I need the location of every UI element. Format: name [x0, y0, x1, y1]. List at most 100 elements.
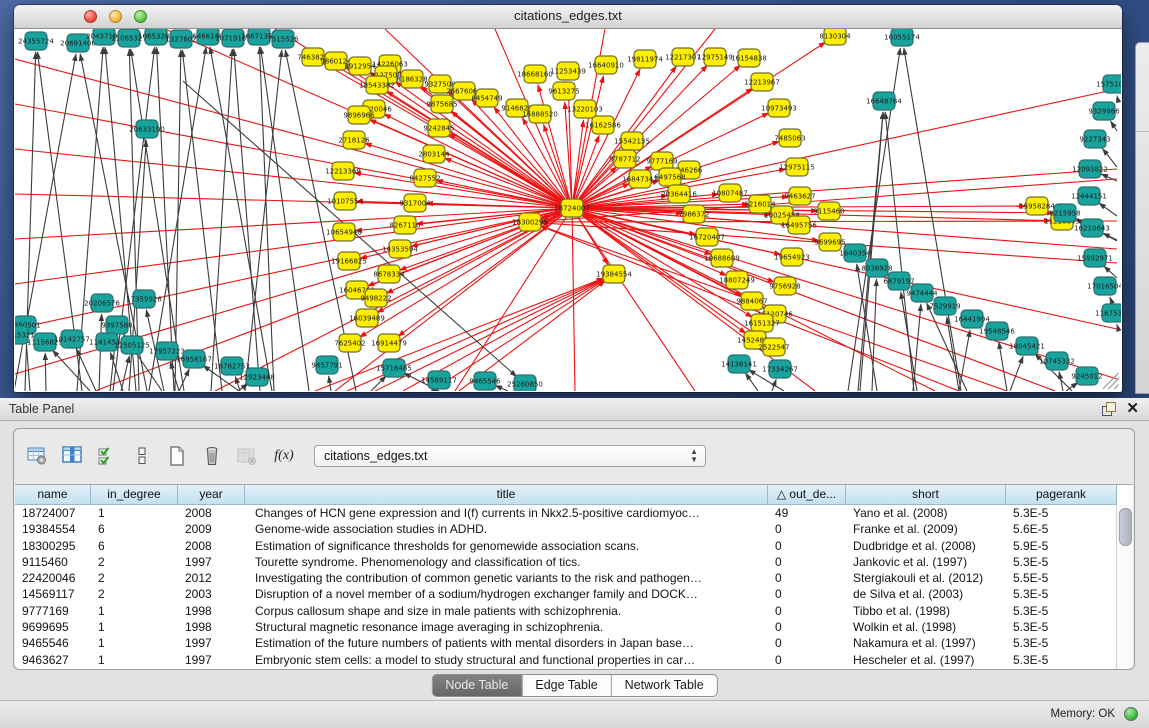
graph-node[interactable]: 9242845: [423, 119, 454, 137]
tab-node-table[interactable]: Node Table: [432, 675, 521, 696]
table-cell[interactable]: 18724007: [15, 505, 91, 521]
table-cell[interactable]: 9463627: [15, 652, 91, 668]
table-cell[interactable]: 5.6E-5: [1006, 521, 1117, 537]
graph-node[interactable]: 9857791: [311, 356, 342, 374]
table-row[interactable]: 969969511998Structural magnetic resonanc…: [15, 619, 1133, 635]
float-panel-icon[interactable]: [1102, 402, 1116, 416]
table-cell[interactable]: 0: [768, 570, 846, 586]
graph-node[interactable]: 20206576: [84, 294, 120, 312]
table-cell[interactable]: 2012: [178, 570, 245, 586]
column-header-name[interactable]: name: [15, 485, 91, 505]
table-cell[interactable]: 1997: [178, 635, 245, 651]
table-row[interactable]: 1830029562008Estimation of significance …: [15, 538, 1133, 554]
table-cell[interactable]: 0: [768, 538, 846, 554]
graph-node[interactable]: 9463627: [784, 187, 815, 205]
table-cell[interactable]: 5.3E-5: [1006, 619, 1117, 635]
table-cell[interactable]: Tibbo et al. (1998): [846, 603, 1006, 619]
table-cell[interactable]: Corpus callosum shape and size in male p…: [245, 603, 768, 619]
resize-grip[interactable]: [1103, 373, 1119, 389]
graph-node[interactable]: 12217307: [665, 48, 701, 66]
table-cell[interactable]: 5.3E-5: [1006, 586, 1117, 602]
table-row[interactable]: 977716911998Corpus callosum shape and si…: [15, 603, 1133, 619]
memory-status-indicator[interactable]: [1124, 707, 1138, 721]
table-cell[interactable]: 6: [91, 521, 178, 537]
table-cell[interactable]: 9699695: [15, 619, 91, 635]
graph-node[interactable]: 2718126: [338, 131, 370, 149]
graph-node[interactable]: 9699695: [814, 233, 845, 251]
select-columns-icon[interactable]: [94, 443, 120, 469]
graph-node[interactable]: 10107554: [327, 192, 363, 210]
tab-edge-table[interactable]: Edge Table: [521, 675, 610, 696]
graph-node[interactable]: 25260850: [507, 375, 543, 391]
graph-node[interactable]: 8267110: [389, 216, 420, 234]
citation-network-graph[interactable]: 1872400774638229860124891295414226063912…: [15, 29, 1121, 391]
table-cell[interactable]: 1998: [178, 603, 245, 619]
graph-node[interactable]: 7625402: [334, 334, 365, 352]
graph-node[interactable]: 12975115: [779, 158, 815, 176]
graph-node[interactable]: 16847342: [622, 170, 658, 188]
table-cell[interactable]: Disruption of a novel member of a sodium…: [245, 586, 768, 602]
table-cell[interactable]: Estimation of significance thresholds fo…: [245, 538, 768, 554]
table-cell[interactable]: 5.3E-5: [1006, 652, 1117, 668]
table-cell[interactable]: 9777169: [15, 603, 91, 619]
table-cell[interactable]: Structural magnetic resonance image aver…: [245, 619, 768, 635]
table-cell[interactable]: Stergiakouli et al. (2012): [846, 570, 1006, 586]
vertical-scrollbar[interactable]: [1116, 505, 1133, 669]
graph-node[interactable]: 7986372: [678, 205, 709, 223]
table-cell[interactable]: de Silva et al. (2003): [846, 586, 1006, 602]
graph-node[interactable]: 2522547: [758, 338, 789, 356]
graph-node[interactable]: 16640910: [588, 56, 624, 74]
graph-node[interactable]: 16720407: [689, 228, 725, 246]
table-cell[interactable]: 0: [768, 603, 846, 619]
graph-node[interactable]: 9756928: [769, 277, 800, 295]
table-cell[interactable]: Investigating the contribution of common…: [245, 570, 768, 586]
table-cell[interactable]: 1: [91, 505, 178, 521]
graph-node[interactable]: 9875685: [426, 95, 457, 113]
graph-node[interactable]: 10654948: [326, 223, 362, 241]
table-row[interactable]: 911546021997Tourette syndrome. Phenomeno…: [15, 554, 1133, 570]
graph-node[interactable]: 16441994: [954, 310, 990, 328]
graph-node[interactable]: 9465546: [469, 372, 501, 390]
graph-node[interactable]: 9787712: [609, 150, 640, 168]
graph-node[interactable]: 16154838: [731, 49, 767, 67]
table-cell[interactable]: 19384554: [15, 521, 91, 537]
table-row[interactable]: 1872400712008Changes of HCN gene express…: [15, 505, 1133, 521]
graph-node[interactable]: 16914479: [371, 334, 407, 352]
graph-node[interactable]: 12093822: [1072, 160, 1108, 178]
table-cell[interactable]: 5.5E-5: [1006, 570, 1117, 586]
graph-node[interactable]: 12444151: [1071, 187, 1107, 205]
graph-node[interactable]: 16648784: [866, 92, 902, 110]
table-settings-icon[interactable]: [24, 443, 50, 469]
table-cell[interactable]: 5.3E-5: [1006, 505, 1117, 521]
minimize-window-button[interactable]: [109, 10, 122, 23]
graph-node[interactable]: 7515526: [267, 30, 299, 48]
column-header-out_de[interactable]: △ out_de...: [768, 485, 846, 505]
table-cell[interactable]: 0: [768, 652, 846, 668]
close-panel-icon[interactable]: ✕: [1126, 402, 1139, 416]
table-cell[interactable]: 1: [91, 635, 178, 651]
zoom-window-button[interactable]: [134, 10, 147, 23]
new-table-icon[interactable]: [164, 443, 190, 469]
graph-node[interactable]: 1640354: [839, 244, 871, 262]
graph-node[interactable]: 8427552: [409, 169, 440, 187]
graph-node[interactable]: 19166825: [331, 252, 367, 270]
graph-node[interactable]: 9227343: [1079, 130, 1110, 148]
graph-node[interactable]: 9474444: [906, 284, 938, 302]
graph-node[interactable]: 19654923: [774, 248, 810, 266]
graph-node[interactable]: 12975149: [697, 48, 733, 66]
graph-node[interactable]: 9777169: [646, 152, 677, 170]
table-cell[interactable]: 2: [91, 586, 178, 602]
graph-node[interactable]: 10745332: [1039, 352, 1075, 370]
graph-node[interactable]: 12213369: [325, 162, 361, 180]
table-row[interactable]: 1938455462009Genome-wide association stu…: [15, 521, 1133, 537]
table-cell[interactable]: Wolkin et al. (1998): [846, 619, 1006, 635]
graph-node[interactable]: 9115460: [813, 202, 844, 220]
graph-node[interactable]: 11253439: [550, 62, 586, 80]
graph-node[interactable]: 14136141: [721, 355, 757, 373]
table-row[interactable]: 2242004622012Investigating the contribut…: [15, 570, 1133, 586]
table-cell[interactable]: 2008: [178, 538, 245, 554]
table-cell[interactable]: 2003: [178, 586, 245, 602]
graph-node[interactable]: 16055174: [884, 29, 920, 46]
table-select-combo[interactable]: citations_edges.txt ▲▼: [314, 445, 706, 467]
table-cell[interactable]: 18300295: [15, 538, 91, 554]
